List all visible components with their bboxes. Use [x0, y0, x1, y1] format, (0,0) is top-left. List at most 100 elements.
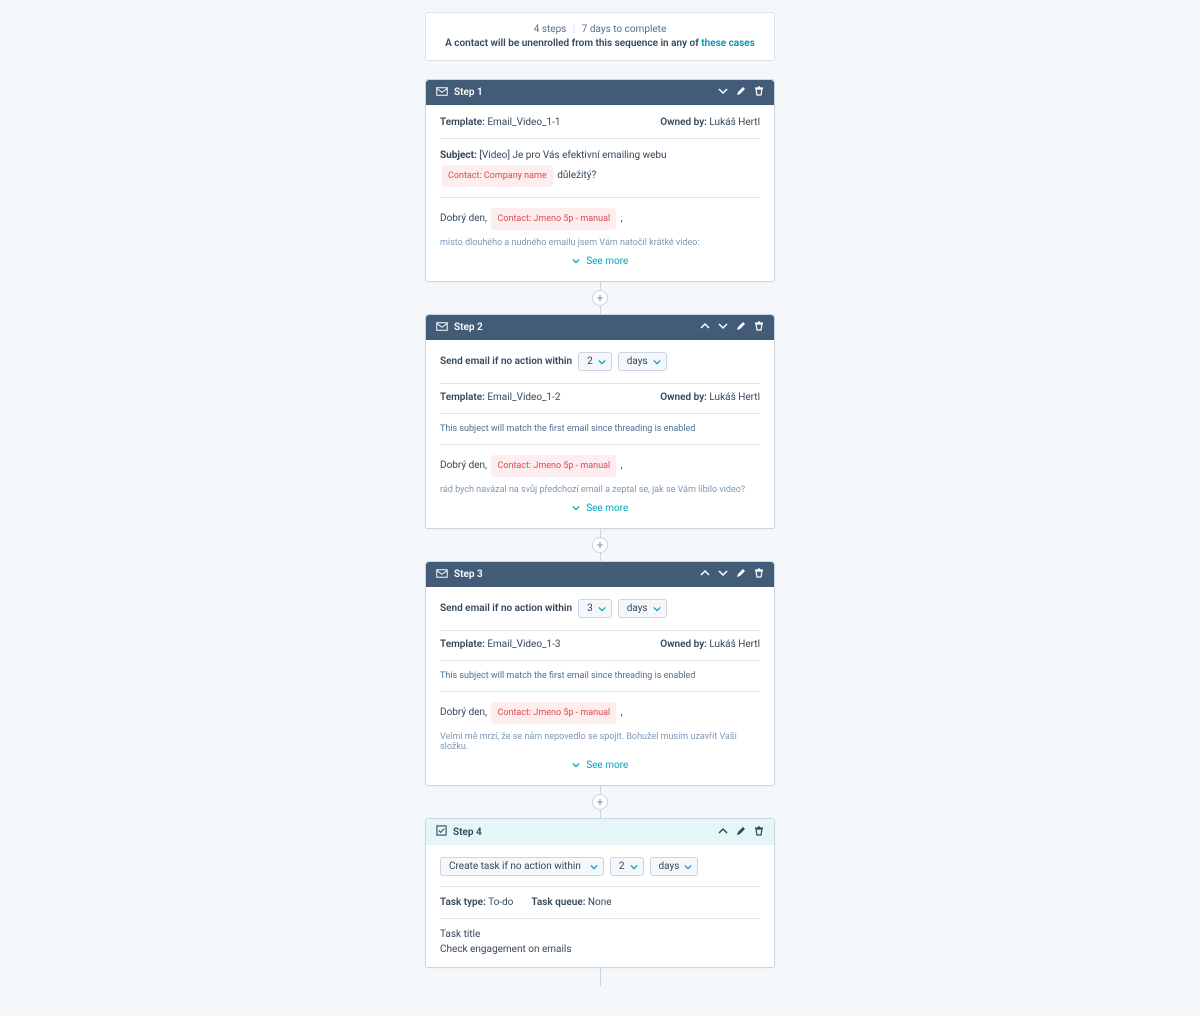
connector-end [425, 968, 775, 986]
task-trigger-select[interactable]: Create task if no action within [440, 857, 604, 876]
unenroll-cases-link[interactable]: these cases [701, 38, 755, 49]
see-more-button[interactable]: See more [440, 248, 760, 269]
see-more-label: See more [586, 256, 628, 267]
move-down-icon[interactable] [718, 321, 728, 334]
greeting: Dobrý den, [440, 213, 489, 224]
template-value: Email_Video_1-3 [487, 639, 560, 650]
greeting-post: , [621, 707, 623, 718]
task-queue-label: Task queue: [531, 897, 585, 908]
step-title: Step 2 [454, 322, 700, 333]
subject-pre: [Video] Je pro Vás efektivní emailing we… [479, 150, 666, 161]
delete-icon[interactable] [754, 86, 764, 99]
token-company: Contact: Company name [442, 165, 553, 187]
delay-unit: days [627, 356, 648, 367]
step-card-2: Step 2 Send email if no action within 2 … [425, 314, 775, 529]
chevron-down-icon [653, 358, 661, 366]
task-title-value: Check engagement on emails [440, 944, 760, 955]
chevron-down-icon [598, 605, 606, 613]
template-field: Template: Email_Video_1-1 [440, 117, 561, 128]
task-trigger-label: Create task if no action within [449, 861, 581, 872]
delete-icon[interactable] [754, 826, 764, 839]
delay-label: Send email if no action within [440, 356, 572, 367]
chevron-down-icon [684, 863, 692, 871]
move-up-icon[interactable] [700, 321, 710, 334]
edit-icon[interactable] [736, 86, 746, 99]
owner-field: Owned by: Lukáš Hertl [660, 392, 760, 403]
add-step-button[interactable]: + [592, 537, 608, 553]
body-preview: místo dlouhého a nudného emailu jsem Vám… [440, 238, 760, 248]
days-to-complete: 7 days to complete [582, 24, 666, 35]
delay-value: 2 [587, 356, 593, 367]
token-jmeno: Contact: Jmeno 5p - manual [491, 702, 616, 724]
connector: + [425, 786, 775, 818]
owner-value: Lukáš Hertl [709, 117, 760, 128]
template-field: Template: Email_Video_1-2 [440, 392, 561, 403]
body-preview: Velmi mě mrzí, že se nám nepovedlo se sp… [440, 732, 760, 752]
chevron-down-icon [598, 358, 606, 366]
step-header[interactable]: Step 2 [426, 315, 774, 340]
delay-value-select[interactable]: 2 [610, 857, 644, 876]
chevron-down-icon [653, 605, 661, 613]
greeting: Dobrý den, [440, 460, 489, 471]
collapse-icon[interactable] [718, 86, 728, 99]
delay-label: Send email if no action within [440, 603, 572, 614]
see-more-button[interactable]: See more [440, 752, 760, 773]
divider: | [573, 24, 575, 35]
move-up-icon[interactable] [700, 568, 710, 581]
template-field: Template: Email_Video_1-3 [440, 639, 561, 650]
delay-unit-select[interactable]: days [650, 857, 699, 876]
delete-icon[interactable] [754, 568, 764, 581]
token-jmeno: Contact: Jmeno 5p - manual [491, 208, 616, 230]
template-value: Email_Video_1-2 [487, 392, 560, 403]
edit-icon[interactable] [736, 321, 746, 334]
unenroll-text: A contact will be unenrolled from this s… [445, 38, 701, 49]
task-type-field: Task type: To-do [440, 897, 513, 908]
edit-icon[interactable] [736, 826, 746, 839]
threading-hint: This subject will match the first email … [440, 414, 760, 445]
see-more-button[interactable]: See more [440, 495, 760, 516]
task-queue-field: Task queue: None [531, 897, 611, 908]
greeting-post: , [621, 460, 623, 471]
delay-unit: days [627, 603, 648, 614]
template-label: Template: [440, 639, 485, 650]
delay-unit-select[interactable]: days [618, 352, 667, 371]
subject-field: Subject: [Video] Je pro Vás efektivní em… [440, 147, 760, 187]
template-label: Template: [440, 392, 485, 403]
template-value: Email_Video_1-1 [487, 117, 560, 128]
greeting-line: Dobrý den, Contact: Jmeno 5p - manual , [440, 702, 760, 724]
token-jmeno: Contact: Jmeno 5p - manual [491, 455, 616, 477]
email-icon [436, 87, 448, 99]
step-header[interactable]: Step 4 [426, 819, 774, 845]
threading-hint: This subject will match the first email … [440, 661, 760, 692]
greeting-line: Dobrý den, Contact: Jmeno 5p - manual , [440, 455, 760, 477]
delay-unit-select[interactable]: days [618, 599, 667, 618]
delete-icon[interactable] [754, 321, 764, 334]
edit-icon[interactable] [736, 568, 746, 581]
see-more-label: See more [586, 760, 628, 771]
add-step-button[interactable]: + [592, 794, 608, 810]
move-down-icon[interactable] [718, 568, 728, 581]
body-preview: rád bych navázal na svůj předchozí email… [440, 485, 760, 495]
chevron-down-icon [590, 863, 598, 871]
task-queue-value: None [588, 897, 612, 908]
delay-value-select[interactable]: 3 [578, 599, 612, 618]
email-icon [436, 322, 448, 334]
owner-label: Owned by: [660, 117, 707, 128]
task-icon [436, 825, 447, 839]
step-count: 4 steps [534, 24, 567, 35]
delay-unit: days [659, 861, 680, 872]
subject-post: důležitý? [557, 170, 596, 181]
greeting-line: Dobrý den, Contact: Jmeno 5p - manual , [440, 208, 760, 230]
step-header[interactable]: Step 1 [426, 80, 774, 105]
owner-value: Lukáš Hertl [709, 392, 760, 403]
step-header[interactable]: Step 3 [426, 562, 774, 587]
see-more-label: See more [586, 503, 628, 514]
move-up-icon[interactable] [718, 826, 728, 839]
step-title: Step 4 [453, 827, 718, 838]
add-step-button[interactable]: + [592, 290, 608, 306]
delay-value: 2 [619, 861, 625, 872]
owner-field: Owned by: Lukáš Hertl [660, 117, 760, 128]
sequence-summary: 4 steps | 7 days to complete A contact w… [425, 12, 775, 61]
greeting-post: , [621, 213, 623, 224]
delay-value-select[interactable]: 2 [578, 352, 612, 371]
